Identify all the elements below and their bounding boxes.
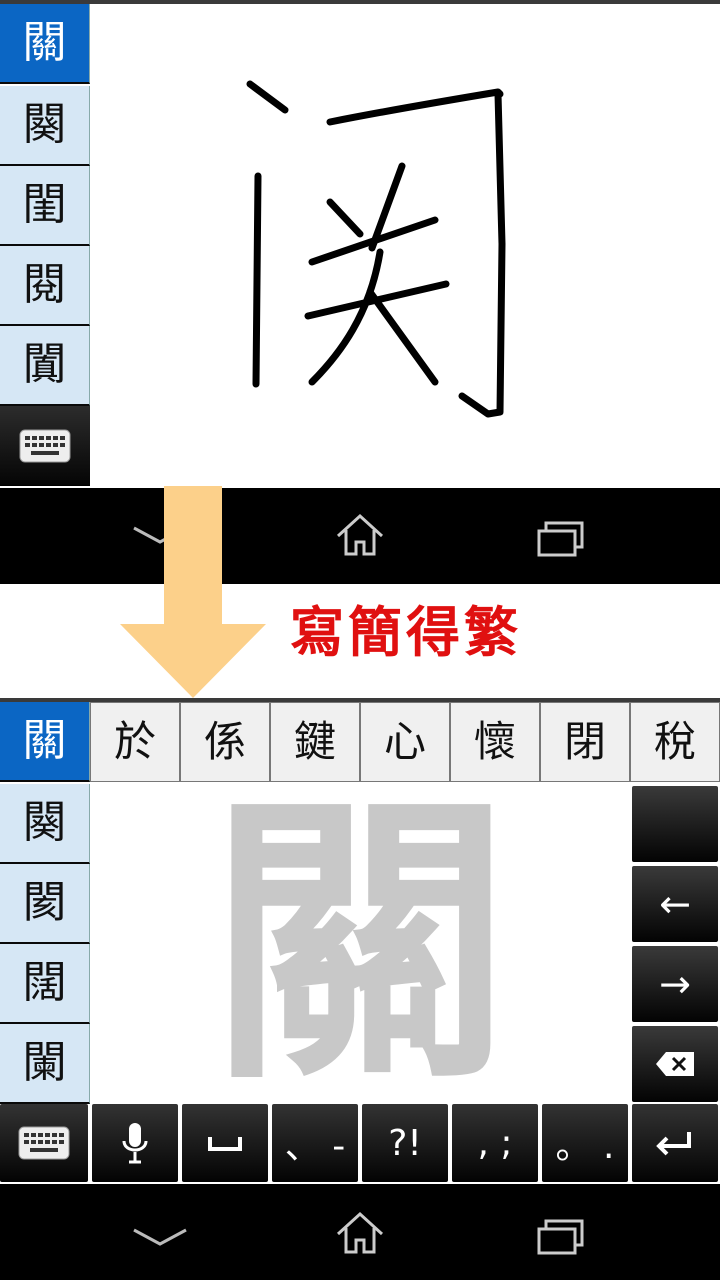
- space-button[interactable]: [182, 1104, 268, 1182]
- punctuation-key-3[interactable]: , ;: [452, 1104, 538, 1182]
- space-icon: [208, 1137, 242, 1151]
- navigation-bar-top: [0, 488, 720, 584]
- row-candidate-6[interactable]: 閉: [540, 702, 630, 782]
- candidate-bottom-3[interactable]: 閡: [0, 864, 90, 944]
- recent-apps-icon[interactable]: [536, 1218, 586, 1256]
- punctuation-key-1[interactable]: 、 -: [272, 1104, 358, 1182]
- candidate-top-4[interactable]: 閱: [0, 246, 90, 326]
- candidate-top-2[interactable]: 闋: [0, 86, 90, 166]
- backspace-button[interactable]: [632, 1026, 718, 1102]
- microphone-icon: [122, 1123, 148, 1164]
- recognized-char-preview: 關: [210, 770, 510, 1119]
- candidate-bottom-2[interactable]: 闋: [0, 784, 90, 864]
- home-icon[interactable]: [334, 512, 386, 558]
- row-candidate-7[interactable]: 稅: [630, 702, 720, 782]
- punctuation-key-4[interactable]: 。 .: [542, 1104, 628, 1182]
- keyboard-icon: [18, 1126, 70, 1160]
- cursor-right-button[interactable]: →: [632, 946, 718, 1022]
- keyboard-icon: [19, 429, 71, 462]
- enter-button[interactable]: [632, 1104, 718, 1182]
- candidate-bottom-4[interactable]: 闊: [0, 944, 90, 1024]
- back-chevron-icon[interactable]: [130, 1226, 190, 1250]
- handwriting-strokes: [246, 80, 506, 418]
- candidate-bottom-5[interactable]: 闌: [0, 1024, 90, 1104]
- voice-input-button[interactable]: [92, 1104, 178, 1182]
- home-icon[interactable]: [334, 1210, 386, 1256]
- candidate-selected-top[interactable]: 關: [0, 4, 90, 84]
- row-candidate-1[interactable]: 於: [90, 702, 180, 782]
- blank-function-key[interactable]: [632, 786, 718, 862]
- punctuation-key-2[interactable]: ?!: [362, 1104, 448, 1182]
- recent-apps-icon[interactable]: [536, 520, 586, 558]
- caption-text: 寫簡得繁: [290, 601, 522, 664]
- candidate-selected-bottom[interactable]: 關: [0, 702, 90, 782]
- keyboard-switch-button-top[interactable]: [0, 406, 90, 486]
- down-arrow-graphic: [120, 486, 266, 698]
- enter-icon: [656, 1132, 691, 1156]
- cursor-left-button[interactable]: ←: [632, 866, 718, 942]
- keyboard-switch-button-bottom[interactable]: [0, 1104, 88, 1182]
- navigation-bar-bottom: [0, 1184, 720, 1280]
- backspace-icon: [656, 1052, 694, 1076]
- handwriting-canvas[interactable]: [90, 4, 720, 488]
- candidate-top-3[interactable]: 閨: [0, 166, 90, 246]
- candidate-top-5[interactable]: 闐: [0, 326, 90, 406]
